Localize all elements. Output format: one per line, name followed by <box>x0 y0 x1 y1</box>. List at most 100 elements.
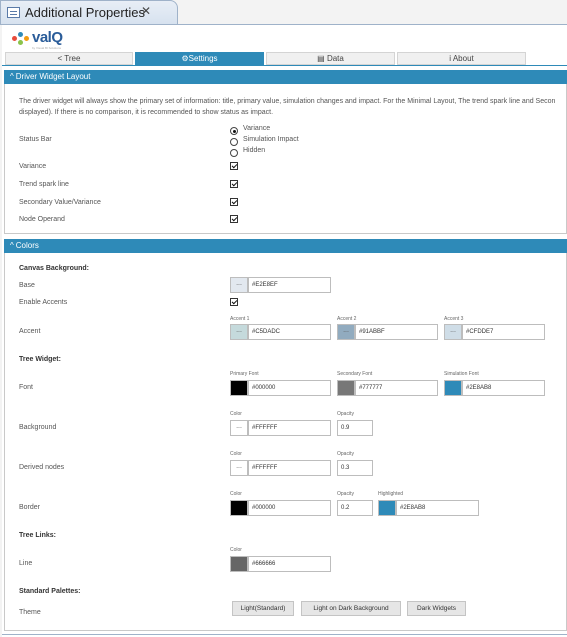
view-title: Additional Properties <box>25 5 145 20</box>
derived-opacity-input[interactable]: 0.3 <box>337 460 373 476</box>
primary-font-label: Primary Font <box>230 371 259 377</box>
background-color-label: Color <box>230 411 242 417</box>
accent-1-label: Accent 1 <box>230 316 250 322</box>
accent-2-input[interactable]: #91ABBF <box>355 324 438 340</box>
secondary-value-checkbox[interactable] <box>230 198 238 206</box>
background-color-input[interactable]: #FFFFFF <box>248 420 331 436</box>
border-highlight-input[interactable]: #2E8AB8 <box>396 500 479 516</box>
accent-3-input[interactable]: #CFDDE7 <box>462 324 545 340</box>
secondary-font-input[interactable]: #777777 <box>355 380 438 396</box>
trend-spark-line-checkbox[interactable] <box>230 180 238 188</box>
driver-section-box <box>4 84 567 234</box>
font-label: Font <box>19 384 34 391</box>
simulation-font-input[interactable]: #2E8AB8 <box>462 380 545 396</box>
colors-section-header[interactable]: ^ Colors <box>4 239 567 253</box>
line-label: Line <box>19 560 33 567</box>
background-color-swatch[interactable]: ... <box>230 420 248 436</box>
driver-section-header[interactable]: ^ Driver Widget Layout <box>4 70 567 84</box>
tab-tree-label: Tree <box>64 54 81 63</box>
logo-wordmark: valQ <box>32 29 63 46</box>
variance-label: Variance <box>19 163 47 170</box>
trend-spark-line-label: Trend spark line <box>19 181 69 188</box>
tab-about-label: About <box>452 54 474 63</box>
border-label: Border <box>19 504 41 511</box>
tab-data-label: Data <box>326 54 344 63</box>
properties-icon <box>7 7 20 18</box>
radio-variance-label: Variance <box>243 125 271 132</box>
derived-opacity-label: Opacity <box>337 451 354 457</box>
info-icon: i <box>449 54 452 63</box>
simulation-font-label: Simulation Font <box>444 371 479 377</box>
line-color-label: Color <box>230 547 242 553</box>
chevron-up-icon: ^ <box>10 72 14 81</box>
background-opacity-input[interactable]: 0.9 <box>337 420 373 436</box>
theme-dark-widgets-button[interactable]: Dark Widgets <box>407 601 466 616</box>
background-opacity-label: Opacity <box>337 411 354 417</box>
variance-checkbox[interactable] <box>230 162 238 170</box>
secondary-font-label: Secondary Font <box>337 371 373 377</box>
tree-widget-title: Tree Widget: <box>19 356 61 363</box>
border-highlighted-label: Highlighted <box>378 491 404 497</box>
node-operand-checkbox[interactable] <box>230 215 238 223</box>
accent-2-label: Accent 2 <box>337 316 357 322</box>
tab-about[interactable]: i About <box>397 52 526 65</box>
theme-light-standard-button[interactable]: Light(Standard) <box>232 601 294 616</box>
tab-settings-label: Settings <box>188 54 218 63</box>
chevron-up-icon: ^ <box>10 241 14 250</box>
base-label: Base <box>19 282 35 289</box>
driver-description-line2: displayed). If there is no comparison, i… <box>19 109 274 116</box>
accent-1-swatch[interactable]: ... <box>230 324 248 340</box>
border-opacity-input[interactable]: 0.2 <box>337 500 373 516</box>
secondary-value-label: Secondary Value/Variance <box>19 199 101 206</box>
accent-label: Accent <box>19 328 41 335</box>
view-tab[interactable]: Additional Properties ✕ <box>0 0 178 24</box>
base-color-swatch[interactable]: ... <box>230 277 248 293</box>
standard-palettes-title: Standard Palettes: <box>19 588 81 595</box>
border-color-label: Color <box>230 491 242 497</box>
accent-2-swatch[interactable]: ... <box>337 324 355 340</box>
colors-section-box <box>4 253 567 631</box>
node-operand-label: Node Operand <box>19 216 65 223</box>
derived-nodes-label: Derived nodes <box>19 464 65 471</box>
tab-underline <box>2 65 567 66</box>
accent-1-input[interactable]: #C5DADC <box>248 324 331 340</box>
primary-font-swatch[interactable] <box>230 380 248 396</box>
derived-color-input[interactable]: #FFFFFF <box>248 460 331 476</box>
line-color-input[interactable]: #666666 <box>248 556 331 572</box>
logo-tagline: by Visual BI Solutions <box>32 46 61 50</box>
border-highlight-swatch[interactable] <box>378 500 396 516</box>
accent-3-swatch[interactable]: ... <box>444 324 462 340</box>
theme-label: Theme <box>19 609 41 616</box>
theme-light-on-dark-button[interactable]: Light on Dark Background <box>301 601 401 616</box>
status-bar-label: Status Bar <box>19 136 52 143</box>
primary-font-input[interactable]: #000000 <box>248 380 331 396</box>
enable-accents-label: Enable Accents <box>19 299 68 306</box>
secondary-font-swatch[interactable] <box>337 380 355 396</box>
enable-accents-checkbox[interactable] <box>230 298 238 306</box>
accent-3-label: Accent 3 <box>444 316 464 322</box>
border-color-swatch[interactable] <box>230 500 248 516</box>
tree-links-title: Tree Links: <box>19 532 56 539</box>
driver-section-title: Driver Widget Layout <box>15 72 91 81</box>
panel-bottom-border <box>2 634 567 635</box>
border-opacity-label: Opacity <box>337 491 354 497</box>
tab-settings[interactable]: ⚙Settings <box>135 52 264 65</box>
radio-hidden[interactable] <box>230 149 238 157</box>
simulation-font-swatch[interactable] <box>444 380 462 396</box>
close-icon[interactable]: ✕ <box>141 4 151 18</box>
share-icon: < <box>57 54 63 63</box>
tab-tree[interactable]: < Tree <box>5 52 133 65</box>
radio-simulation-impact-label: Simulation Impact <box>243 136 299 143</box>
radio-hidden-label: Hidden <box>243 147 266 154</box>
line-color-swatch[interactable] <box>230 556 248 572</box>
base-color-input[interactable]: #E2E8EF <box>248 277 331 293</box>
radio-variance[interactable] <box>230 127 238 135</box>
derived-color-swatch[interactable]: ... <box>230 460 248 476</box>
background-label: Background <box>19 424 57 431</box>
gear-icon: ⚙ <box>181 54 189 63</box>
radio-simulation-impact[interactable] <box>230 138 238 146</box>
tab-data[interactable]: ▤ Data <box>266 52 395 65</box>
table-icon: ▤ <box>317 54 325 63</box>
colors-section-title: Colors <box>15 241 39 250</box>
border-color-input[interactable]: #000000 <box>248 500 331 516</box>
